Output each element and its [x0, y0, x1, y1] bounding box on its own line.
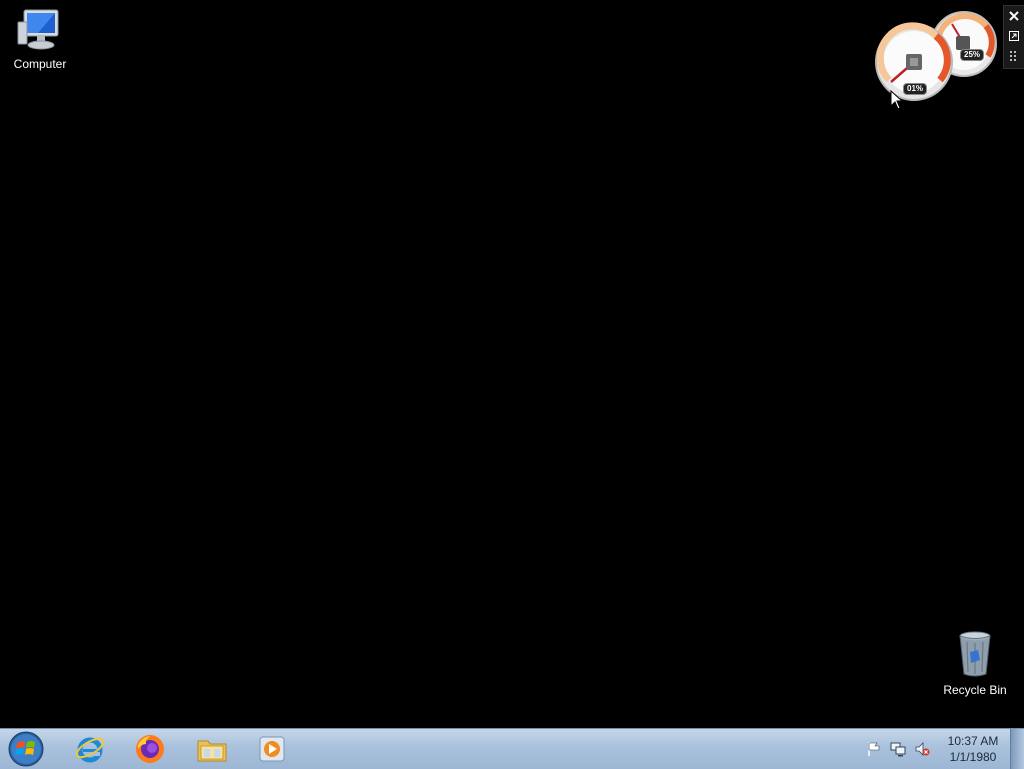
gadget-toolbar	[1003, 5, 1024, 69]
desktop-icon-computer[interactable]: Computer	[2, 8, 78, 71]
taskbar-firefox[interactable]	[128, 731, 172, 767]
recycle-bin-icon	[959, 631, 991, 677]
drag-grip-icon	[1010, 51, 1016, 61]
resize-icon	[1009, 31, 1019, 41]
show-desktop-button[interactable]	[1010, 729, 1024, 769]
desktop-icon-label: Recycle Bin	[943, 683, 1007, 697]
start-button[interactable]	[4, 731, 48, 767]
desktop-icon-recycle-bin[interactable]: Recycle Bin	[937, 630, 1013, 697]
computer-icon	[17, 9, 59, 50]
gadget-drag-handle[interactable]	[1004, 46, 1024, 66]
desktop-icon-label: Computer	[13, 57, 67, 71]
tray-volume[interactable]	[914, 741, 930, 757]
memory-usage-label: 25%	[960, 49, 985, 61]
memory-chip-icon	[956, 36, 970, 50]
taskbar-file-explorer[interactable]	[190, 731, 234, 767]
system-tray	[862, 729, 942, 769]
taskbar-media-player[interactable]	[250, 731, 294, 767]
firefox-icon	[136, 735, 164, 763]
file-explorer-icon	[197, 740, 227, 762]
tray-network[interactable]	[890, 741, 906, 757]
media-player-icon	[259, 736, 285, 762]
network-icon	[890, 742, 906, 757]
tray-action-center[interactable]	[866, 741, 882, 757]
cpu-usage-label: 01%	[903, 83, 928, 95]
internet-explorer-icon	[75, 737, 105, 763]
taskbar: 10:37 AM 1/1/1980	[0, 728, 1024, 769]
clock-time: 10:37 AM	[947, 734, 999, 748]
close-icon	[1009, 11, 1019, 21]
mouse-cursor-icon	[890, 90, 904, 110]
windows-start-icon	[8, 731, 44, 767]
volume-muted-icon	[915, 742, 930, 756]
action-center-flag-icon	[868, 742, 880, 756]
clock-date: 1/1/1980	[949, 750, 997, 764]
taskbar-internet-explorer[interactable]	[68, 731, 112, 767]
taskbar-clock[interactable]: 10:37 AM 1/1/1980	[940, 733, 1006, 765]
gadget-size-button[interactable]	[1004, 26, 1024, 46]
gadget-close-button[interactable]	[1004, 6, 1024, 26]
